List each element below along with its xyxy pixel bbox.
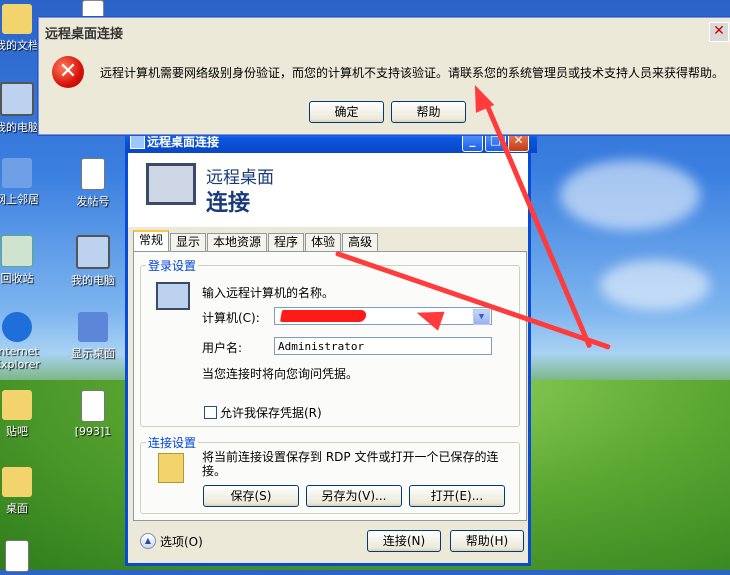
tab-display[interactable]: 显示 bbox=[170, 233, 207, 251]
folder-icon bbox=[2, 4, 32, 34]
save-as-button[interactable]: 另存为(V)... bbox=[306, 485, 402, 507]
notepad-icon bbox=[81, 158, 105, 190]
tab-programs[interactable]: 程序 bbox=[268, 233, 305, 251]
folder-icon bbox=[158, 453, 184, 483]
folder-icon bbox=[2, 390, 32, 420]
desktop-icon-my-computer-2[interactable]: 我的电脑 bbox=[60, 235, 126, 288]
username-label: 用户名: bbox=[202, 341, 243, 355]
close-icon[interactable]: ✕ bbox=[709, 22, 729, 42]
rdc-title: 远程桌面连接 bbox=[147, 135, 220, 149]
tab-experience[interactable]: 体验 bbox=[305, 233, 342, 251]
error-dialog: 远程桌面连接 ✕ ✕ 远程计算机需要网络级别身份验证，而您的计算机不支持该验证。… bbox=[38, 17, 730, 135]
computer-label: 计算机(C): bbox=[202, 311, 260, 325]
tab-local-resources[interactable]: 本地资源 bbox=[207, 233, 268, 251]
show-desktop-icon bbox=[78, 312, 108, 342]
desktop-icon-desktop-folder[interactable]: 桌面 bbox=[0, 467, 50, 516]
connection-description: 将当前连接设置保存到 RDP 文件或打开一个已保存的连接。 bbox=[202, 450, 499, 478]
save-credentials-label: 允许我保存凭据(R) bbox=[220, 406, 322, 420]
error-help-button[interactable]: 帮助 bbox=[391, 101, 466, 123]
rdc-app-icon bbox=[130, 134, 145, 149]
desktop-icon-file-993[interactable]: [993]1 bbox=[60, 390, 126, 438]
error-message: 远程计算机需要网络级别身份验证，而您的计算机不支持该验证。请联系您的系统管理员或… bbox=[100, 66, 725, 80]
file-icon bbox=[81, 390, 105, 422]
save-button[interactable]: 保存(S) bbox=[203, 485, 299, 507]
banner-line2: 连接 bbox=[206, 191, 251, 216]
folder-icon bbox=[2, 467, 32, 497]
computer-combobox[interactable]: ▼ bbox=[274, 307, 492, 325]
desktop-icon-network[interactable]: 网上邻居 bbox=[0, 158, 50, 207]
wallpaper-cloud bbox=[600, 260, 710, 310]
connect-button[interactable]: 连接(N) bbox=[367, 530, 441, 552]
rdc-window: 远程桌面连接 _ □ ✕ 远程桌面 连接 常规 显示 本地资源 程序 体验 高级… bbox=[125, 129, 537, 566]
monitor-icon bbox=[146, 163, 196, 205]
chevron-up-icon[interactable]: ▲ bbox=[140, 533, 156, 549]
error-dialog-titlebar[interactable]: 远程桌面连接 ✕ bbox=[39, 18, 730, 46]
help-button[interactable]: 帮助(H) bbox=[450, 530, 524, 552]
username-field[interactable]: Administrator bbox=[274, 337, 492, 355]
desktop-icon-recycle-bin[interactable]: 回收站 bbox=[0, 235, 50, 286]
computer-icon bbox=[0, 82, 34, 116]
recycle-bin-icon bbox=[1, 235, 33, 267]
rdc-banner: 远程桌面 连接 bbox=[128, 153, 528, 227]
computer-icon bbox=[156, 282, 190, 310]
desktop-icon-tieba[interactable]: 贴吧 bbox=[0, 390, 50, 439]
chevron-down-icon[interactable]: ▼ bbox=[473, 309, 490, 325]
credential-note: 当您连接时将向您询问凭据。 bbox=[202, 367, 359, 381]
ok-button[interactable]: 确定 bbox=[309, 101, 384, 123]
general-tab-panel: 登录设置 输入远程计算机的名称。 计算机(C): ▼ 用户名: Administ… bbox=[133, 251, 527, 521]
redaction-mark bbox=[279, 310, 368, 322]
network-icon bbox=[2, 158, 32, 188]
file-icon bbox=[5, 540, 29, 572]
open-button[interactable]: 打开(E)... bbox=[409, 485, 505, 507]
tab-advanced[interactable]: 高级 bbox=[342, 233, 379, 251]
connection-settings-label: 连接设置 bbox=[146, 434, 199, 451]
error-dialog-title: 远程桌面连接 bbox=[45, 26, 124, 42]
error-icon: ✕ bbox=[52, 56, 84, 88]
computer-icon bbox=[76, 235, 110, 269]
desktop-icon-show-desktop[interactable]: 显示桌面 bbox=[60, 312, 126, 361]
internet-explorer-icon bbox=[2, 312, 32, 342]
tab-general[interactable]: 常规 bbox=[133, 230, 170, 252]
save-credentials-checkbox[interactable] bbox=[204, 406, 217, 419]
options-toggle[interactable]: 选项(O) bbox=[160, 533, 203, 550]
desktop-icon-internet-explorer[interactable]: Internet Explorer bbox=[0, 312, 50, 371]
login-prompt: 输入远程计算机的名称。 bbox=[202, 286, 335, 300]
wallpaper-cloud bbox=[560, 160, 700, 230]
login-settings-label: 登录设置 bbox=[146, 257, 199, 274]
desktop-icon-post-number[interactable]: 发帖号 bbox=[60, 158, 126, 209]
